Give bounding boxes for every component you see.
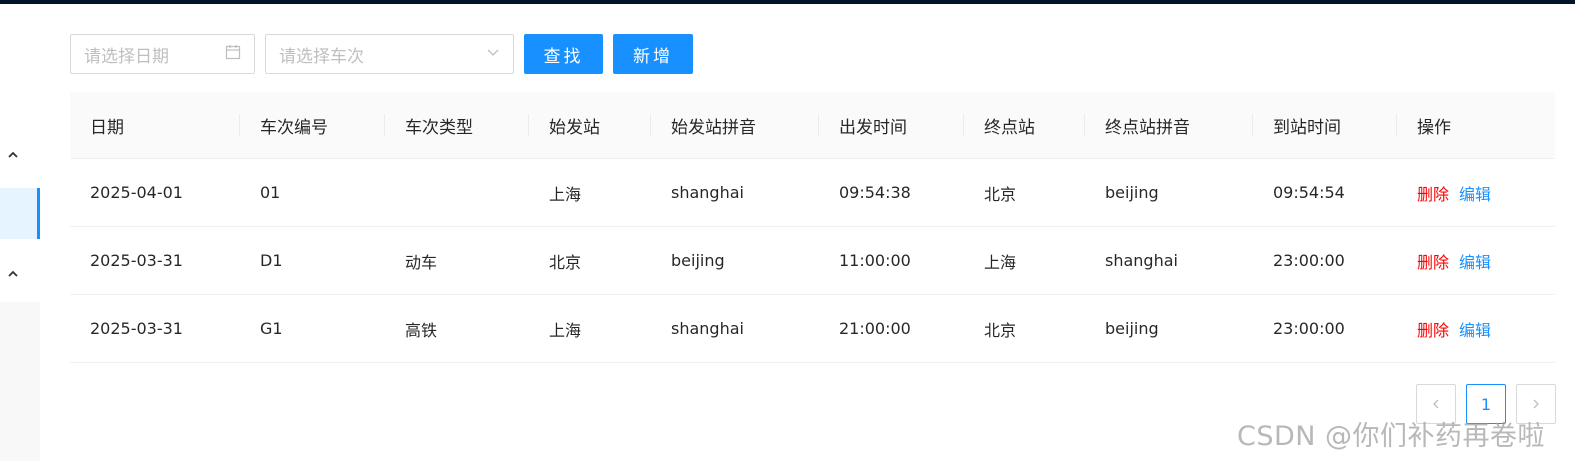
chevron-left-icon	[1430, 398, 1442, 410]
cell-train-type: 动车	[405, 252, 438, 272]
train-select[interactable]: 请选择车次	[265, 34, 514, 74]
chevron-down-icon	[486, 44, 500, 64]
cell-start-station: 上海	[549, 184, 582, 204]
cell-end-time: 09:54:54	[1273, 183, 1345, 202]
cell-end-pinyin: beijing	[1105, 319, 1159, 338]
cell-end-time: 23:00:00	[1273, 251, 1345, 270]
cell-end-station: 上海	[984, 252, 1017, 272]
column-header: 到站时间	[1253, 92, 1397, 158]
cell-start-pinyin: beijing	[671, 251, 725, 270]
cell-date: 2025-04-01	[90, 183, 183, 202]
cell-end-station: 北京	[984, 184, 1017, 204]
cell-end-pinyin: beijing	[1105, 183, 1159, 202]
cell-start-time: 21:00:00	[839, 319, 911, 338]
date-placeholder: 请选择日期	[84, 46, 169, 67]
cell-start-time: 09:54:38	[839, 183, 911, 202]
column-header: 车次类型	[385, 92, 529, 158]
edit-link[interactable]: 编辑	[1459, 249, 1491, 273]
delete-link[interactable]: 删除	[1417, 317, 1449, 341]
cell-date: 2025-03-31	[90, 319, 183, 338]
column-header: 操作	[1417, 117, 1451, 138]
delete-link[interactable]: 删除	[1417, 249, 1449, 273]
chevron-up-icon[interactable]	[6, 267, 20, 281]
table-row: 2025-04-01 01 上海 shanghai 09:54:38 北京 be…	[70, 159, 1555, 227]
cell-actions: 删除 编辑	[1397, 159, 1555, 226]
cell-start-station: 北京	[549, 252, 582, 272]
train-table: 日期 车次编号 车次类型 始发站 始发站拼音 出发时间 终点站 终点站拼音 到站…	[70, 92, 1555, 363]
cell-end-time: 23:00:00	[1273, 319, 1345, 338]
column-header: 始发站拼音	[651, 92, 819, 158]
add-button[interactable]: 新增	[613, 34, 693, 74]
cell-start-time: 11:00:00	[839, 251, 911, 270]
sidebar-lower-area	[0, 302, 40, 461]
search-bar: 请选择日期 请选择车次 查找 新增	[70, 34, 693, 74]
search-button[interactable]: 查找	[524, 34, 603, 74]
table-header: 日期 车次编号 车次类型 始发站 始发站拼音 出发时间 终点站 终点站拼音 到站…	[70, 92, 1555, 159]
train-placeholder: 请选择车次	[279, 46, 364, 67]
sidebar	[0, 4, 40, 461]
cell-train-type	[385, 159, 529, 226]
top-header-bar	[0, 0, 1575, 4]
column-header: 始发站	[529, 92, 651, 158]
column-header: 终点站	[964, 92, 1085, 158]
column-header: 出发时间	[819, 92, 964, 158]
edit-link[interactable]: 编辑	[1459, 317, 1491, 341]
cell-actions: 删除 编辑	[1397, 227, 1555, 294]
column-header: 终点站拼音	[1085, 92, 1253, 158]
delete-link[interactable]: 删除	[1417, 181, 1449, 205]
edit-link[interactable]: 编辑	[1459, 181, 1491, 205]
table-row: 2025-03-31 G1 高铁 上海 shanghai 21:00:00 北京…	[70, 295, 1555, 363]
chevron-right-icon	[1530, 398, 1542, 410]
table-row: 2025-03-31 D1 动车 北京 beijing 11:00:00 上海 …	[70, 227, 1555, 295]
sidebar-item-selected[interactable]	[0, 188, 40, 239]
cell-train-type: 高铁	[405, 320, 438, 340]
watermark: CSDN @你们补药再卷啦	[1237, 421, 1546, 452]
cell-start-pinyin: shanghai	[671, 183, 744, 202]
cell-date: 2025-03-31	[90, 251, 183, 270]
column-header: 车次编号	[240, 92, 385, 158]
cell-start-station: 上海	[549, 320, 582, 340]
cell-actions: 删除 编辑	[1397, 295, 1555, 362]
chevron-up-icon[interactable]	[6, 148, 20, 162]
cell-train-code: G1	[260, 319, 283, 338]
cell-train-code: D1	[260, 251, 283, 270]
cell-end-pinyin: shanghai	[1105, 251, 1178, 270]
cell-train-code: 01	[260, 183, 281, 202]
calendar-icon	[225, 44, 241, 65]
column-header: 日期	[70, 92, 240, 158]
date-picker[interactable]: 请选择日期	[70, 34, 255, 74]
cell-start-pinyin: shanghai	[671, 319, 744, 338]
cell-end-station: 北京	[984, 320, 1017, 340]
